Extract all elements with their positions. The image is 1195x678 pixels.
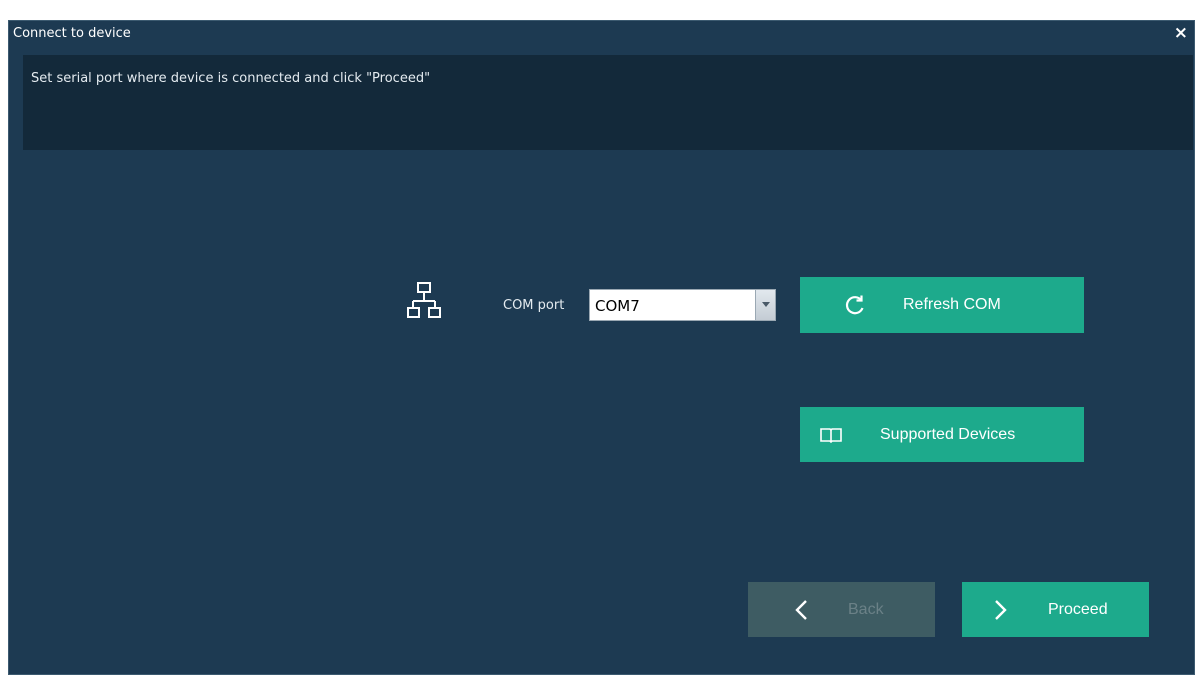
proceed-button[interactable]: Proceed: [962, 582, 1149, 637]
chevron-left-icon: [795, 599, 807, 620]
com-port-label: COM port: [503, 298, 565, 313]
chevron-down-icon[interactable]: [755, 290, 775, 320]
supported-devices-label: Supported Devices: [880, 425, 1016, 443]
com-port-value: COM7: [595, 297, 640, 315]
close-icon[interactable]: ×: [1174, 23, 1188, 43]
title-bar: Connect to device ×: [9, 21, 1194, 47]
connect-dialog: Connect to device × Set serial port wher…: [8, 20, 1195, 675]
supported-devices-button[interactable]: Supported Devices: [800, 407, 1084, 462]
chevron-right-icon: [995, 599, 1007, 620]
refresh-icon: [845, 295, 864, 315]
book-icon: [820, 427, 842, 443]
instruction-text: Set serial port where device is connecte…: [31, 71, 431, 86]
back-label: Back: [848, 600, 884, 618]
refresh-com-button[interactable]: Refresh COM: [800, 277, 1084, 333]
network-icon: [407, 282, 441, 318]
back-button: Back: [748, 582, 935, 637]
proceed-label: Proceed: [1048, 600, 1108, 618]
window-title: Connect to device: [13, 26, 131, 41]
com-port-select[interactable]: COM7: [589, 289, 776, 321]
instruction-panel: Set serial port where device is connecte…: [23, 55, 1193, 150]
refresh-com-label: Refresh COM: [903, 296, 1001, 313]
